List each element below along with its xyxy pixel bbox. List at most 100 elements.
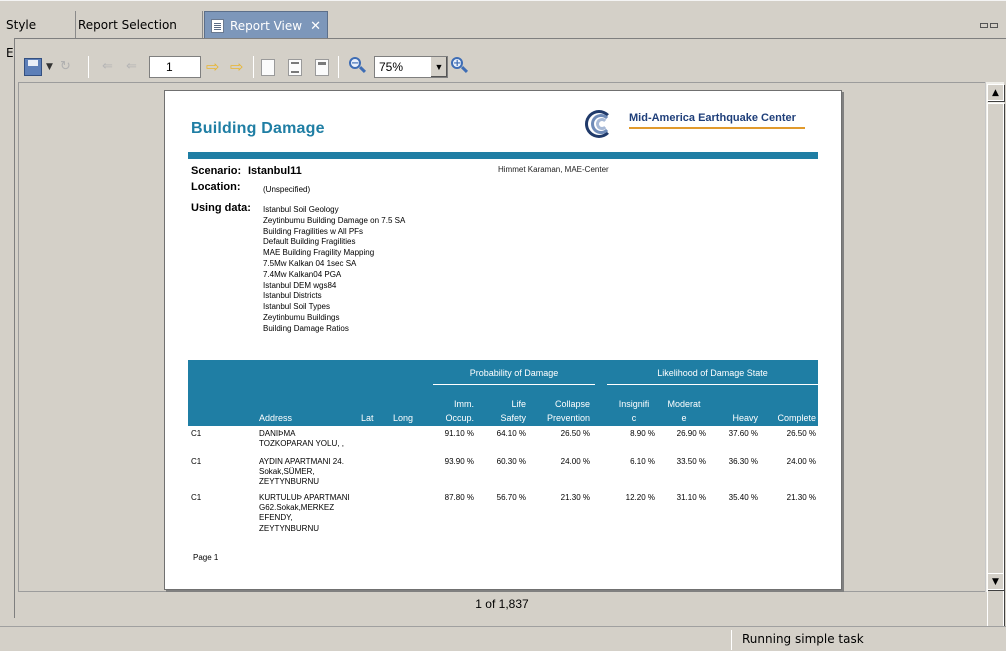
save-icon[interactable]: [24, 58, 42, 76]
save-dropdown-icon[interactable]: ▼: [46, 57, 53, 77]
col-complete: Complete: [777, 413, 816, 423]
col-insignificant-line1: Insignifi: [618, 399, 650, 409]
using-data-label: Using data:: [191, 202, 251, 214]
status-bar: Running simple task: [0, 626, 1006, 651]
dataset-item: Istanbul DEM wgs84: [263, 280, 337, 290]
row-insignificant: 6.10 %: [630, 457, 655, 466]
table-row: C1 DANIÞMA TOZKOPARAN YOLU, , 91.10 % 64…: [188, 429, 818, 457]
dataset-item: Istanbul Districts: [263, 291, 322, 301]
header-rule: [188, 152, 818, 159]
row-heavy: 35.40 %: [728, 493, 758, 502]
zoom-select[interactable]: 75% ▼: [374, 56, 448, 78]
col-imm-line1: Imm.: [454, 399, 474, 409]
next-page-icon[interactable]: ⇨: [206, 57, 219, 77]
row-collapse: 21.30 %: [560, 493, 590, 502]
row-address: DANIÞMA TOZKOPARAN YOLU, ,: [259, 429, 344, 449]
row-imm: 91.10 %: [444, 429, 474, 438]
col-heavy: Heavy: [732, 413, 758, 423]
row-address: KURTULUÞ APARTMANI G62.Sokak,MERKEZ EFEN…: [259, 493, 350, 533]
dataset-item: Zeytinbumu Buildings: [263, 312, 340, 322]
row-complete: 24.00 %: [786, 457, 816, 466]
zoom-value: 75%: [379, 60, 404, 74]
dataset-list: Istanbul Soil Geology Zeytinbumu Buildin…: [263, 205, 405, 335]
scroll-down-icon[interactable]: ▼: [987, 573, 1004, 590]
row-life: 56.70 %: [496, 493, 526, 502]
row-heavy: 36.30 %: [728, 457, 758, 466]
tab-report-view[interactable]: Report View ✕: [204, 11, 328, 39]
scroll-up-icon[interactable]: ▲: [987, 84, 1004, 101]
row-imm: 87.80 %: [444, 493, 474, 502]
tab-label: Report View: [230, 19, 303, 33]
likelihood-group-header: Likelihood of Damage State: [607, 367, 818, 385]
table-row: C1 KURTULUÞ APARTMANI G62.Sokak,MERKEZ E…: [188, 493, 818, 539]
first-page-icon[interactable]: ⇐: [102, 57, 113, 77]
page-number-input[interactable]: 1: [149, 56, 201, 78]
scenario-value: Istanbul11: [248, 165, 302, 177]
toolbar-separator: [338, 56, 339, 78]
refresh-icon[interactable]: ↻: [60, 57, 71, 77]
location-value: (Unspecified): [263, 185, 311, 194]
row-moderate: 31.10 %: [676, 493, 706, 502]
report-toolbar: ▼ ↻ ⇐ ⇐ 1 ⇨ ⇨ − 75% ▼ +: [22, 52, 522, 82]
row-imm: 93.90 %: [444, 457, 474, 466]
col-life-line1: Life: [511, 399, 526, 409]
report-page: Building Damage Mid-America Earthquake C…: [164, 90, 842, 590]
scenario-label: Scenario:: [191, 165, 242, 177]
page-width-icon[interactable]: [288, 59, 302, 76]
report-page-label: Page 1: [193, 553, 219, 562]
dataset-item: 7.5Mw Kalkan 04 1sec SA: [263, 258, 357, 268]
row-complete: 21.30 %: [786, 493, 816, 502]
author-text: Himmet Karaman, MAE-Center: [498, 165, 609, 174]
page-layout-icon[interactable]: [261, 59, 275, 76]
view-tab-bar: Style Editor Report Selection View Repor…: [0, 0, 1006, 60]
scroll-thumb[interactable]: [987, 103, 1004, 627]
row-insignificant: 8.90 %: [630, 429, 655, 438]
app-window: Style Editor Report Selection View Repor…: [0, 0, 1006, 651]
row-id: C1: [191, 429, 202, 438]
col-address: Address: [259, 413, 293, 423]
row-address: AYDIN APARTMANI 24. Sokak,SÜMER, ZEYTYNB…: [259, 457, 344, 487]
dropdown-arrow-icon[interactable]: ▼: [430, 57, 447, 77]
table-row: C1 AYDIN APARTMANI 24. Sokak,SÜMER, ZEYT…: [188, 457, 818, 493]
last-page-icon[interactable]: ⇨: [230, 57, 243, 77]
tab-style-editor[interactable]: Style Editor: [6, 11, 76, 60]
toolbar-separator: [88, 56, 89, 78]
row-collapse: 24.00 %: [560, 457, 590, 466]
col-insignificant-line2: c: [631, 413, 637, 423]
status-text: Running simple task: [742, 632, 864, 646]
zoom-in-icon[interactable]: +: [450, 56, 470, 76]
tab-report-selection-view[interactable]: Report Selection View: [78, 11, 203, 60]
dataset-item: 7.4Mw Kalkan04 PGA: [263, 269, 342, 279]
damage-table-header: Probability of Damage Likelihood of Dama…: [188, 360, 818, 426]
col-imm-line2: Occup.: [445, 413, 474, 423]
col-collapse-line1: Collapse: [554, 399, 590, 409]
dataset-item: Istanbul Soil Types: [263, 302, 331, 312]
row-id: C1: [191, 493, 202, 502]
probability-group-header: Probability of Damage: [433, 367, 595, 385]
report-icon: [211, 19, 224, 33]
location-label: Location:: [191, 181, 241, 193]
whole-page-icon[interactable]: [315, 59, 329, 76]
row-insignificant: 12.20 %: [625, 493, 655, 502]
row-moderate: 33.50 %: [676, 457, 706, 466]
page-count-label: 1 of 1,837: [475, 597, 529, 611]
zoom-out-icon[interactable]: −: [348, 56, 368, 76]
row-moderate: 26.90 %: [676, 429, 706, 438]
vertical-scrollbar[interactable]: ▲ ▼: [985, 82, 1004, 627]
row-life: 64.10 %: [496, 429, 526, 438]
col-moderate-line1: Moderat: [667, 399, 701, 409]
col-moderate-line2: e: [681, 413, 687, 423]
dataset-item: MAE Building Fragility Mapping: [263, 248, 375, 258]
status-divider: [731, 630, 732, 650]
mae-center-logo: Mid-America Earthquake Center: [585, 105, 821, 141]
previous-page-icon[interactable]: ⇐: [126, 57, 137, 77]
row-heavy: 37.60 %: [728, 429, 758, 438]
dataset-item: Building Fragilities w All PFs: [263, 226, 364, 236]
col-lat: Lat: [361, 413, 374, 423]
row-id: C1: [191, 457, 202, 466]
close-tab-icon[interactable]: ✕: [310, 13, 321, 41]
row-complete: 26.50 %: [786, 429, 816, 438]
minimize-view-icon[interactable]: [980, 13, 1002, 28]
dataset-item: Building Damage Ratios: [263, 323, 349, 333]
col-long: Long: [393, 413, 414, 423]
